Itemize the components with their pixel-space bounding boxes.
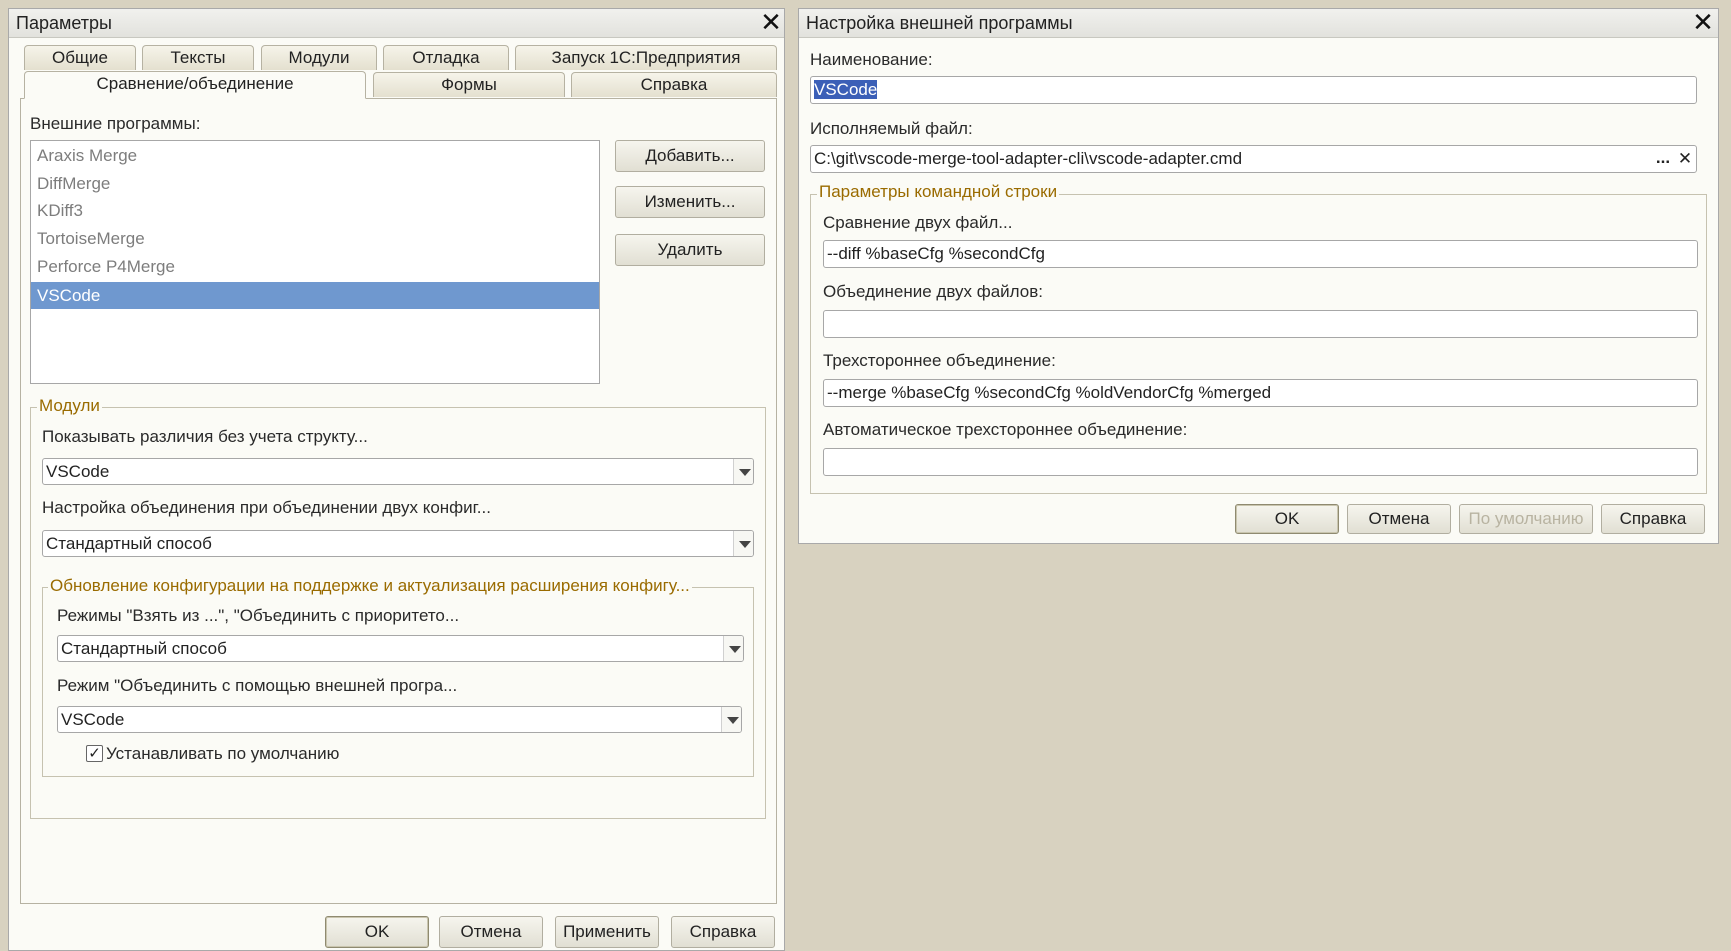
tab-modules[interactable]: Модули: [261, 45, 377, 70]
tab-label: Сравнение/объединение: [96, 74, 294, 93]
list-item[interactable]: Perforce P4Merge: [31, 254, 599, 279]
chevron-down-icon[interactable]: [721, 707, 741, 732]
browse-button[interactable]: ...: [1652, 147, 1674, 171]
apply-button[interactable]: Применить: [555, 916, 659, 948]
tab-label: Формы: [441, 75, 497, 94]
tab-label: Запуск 1С:Предприятия: [551, 48, 741, 67]
three-way-value: --merge %baseCfg %secondCfg %oldVendorCf…: [827, 383, 1272, 402]
tab-help[interactable]: Справка: [571, 72, 777, 97]
cmd-params-group-title: Параметры командной строки: [817, 182, 1060, 202]
merge-setting-value: Стандартный способ: [46, 534, 212, 553]
external-mode-label: Режим "Объединить с помощью внешней прог…: [57, 676, 458, 695]
tab-label: Общие: [52, 48, 108, 67]
modes-combo[interactable]: Стандартный способ: [57, 635, 744, 662]
tab-general[interactable]: Общие: [24, 45, 136, 70]
modules-group-title: Модули: [37, 396, 102, 416]
auto-three-way-input[interactable]: [823, 448, 1698, 476]
list-item[interactable]: DiffMerge: [31, 171, 599, 196]
close-icon[interactable]: ✕: [1690, 10, 1716, 36]
add-button[interactable]: Добавить...: [615, 140, 765, 172]
exe-label: Исполняемый файл:: [810, 119, 973, 138]
auto-three-way-label: Автоматическое трехстороннее объединение…: [823, 420, 1188, 439]
chevron-down-icon[interactable]: [733, 459, 753, 484]
external-program-dialog: Настройка внешней программы ✕ Наименован…: [798, 8, 1719, 544]
compare-two-value: --diff %baseCfg %secondCfg: [827, 244, 1045, 263]
default-button[interactable]: По умолчанию: [1459, 504, 1593, 534]
parameters-dialog: Параметры ✕ Общие Тексты Модули Отладка …: [8, 8, 785, 951]
close-icon[interactable]: ✕: [758, 10, 784, 36]
tab-texts[interactable]: Тексты: [142, 45, 254, 70]
chevron-down-icon[interactable]: [733, 531, 753, 556]
name-label: Наименование:: [810, 50, 933, 69]
external-program-title-bar: Настройка внешней программы: [799, 9, 1718, 38]
help-button[interactable]: Справка: [1601, 504, 1705, 534]
merge-setting-combo[interactable]: Стандартный способ: [42, 530, 754, 557]
tab-compare-merge[interactable]: Сравнение/объединение: [24, 71, 366, 99]
three-way-input[interactable]: --merge %baseCfg %secondCfg %oldVendorCf…: [823, 379, 1698, 407]
chevron-down-icon[interactable]: [723, 636, 743, 661]
external-mode-value: VSCode: [61, 710, 125, 729]
tab-debug[interactable]: Отладка: [383, 45, 509, 70]
update-group-title: Обновление конфигурации на поддержке и а…: [48, 576, 692, 596]
tab-label: Модули: [288, 48, 350, 67]
tab-label: Справка: [640, 75, 708, 94]
show-diff-label: Показывать различия без учета структу...: [42, 427, 368, 446]
compare-two-label: Сравнение двух файл...: [823, 213, 1013, 232]
tab-label: Тексты: [170, 48, 226, 67]
tab-launch[interactable]: Запуск 1С:Предприятия: [515, 45, 777, 70]
modes-value: Стандартный способ: [61, 639, 227, 658]
tab-forms[interactable]: Формы: [373, 72, 565, 97]
cancel-button[interactable]: Отмена: [1347, 504, 1451, 534]
modes-label: Режимы "Взять из ...", "Объединить с при…: [57, 606, 460, 625]
list-item-selected[interactable]: VSCode: [31, 282, 599, 309]
default-checkbox[interactable]: ✓: [86, 745, 103, 762]
name-value: VSCode: [814, 80, 878, 99]
merge-two-label: Объединение двух файлов:: [823, 282, 1043, 301]
merge-setting-label: Настройка объединения при объединении дв…: [42, 498, 491, 517]
three-way-label: Трехстороннее объединение:: [823, 351, 1056, 370]
external-programs-list[interactable]: Araxis Merge DiffMerge KDiff3 TortoiseMe…: [30, 140, 600, 384]
delete-button[interactable]: Удалить: [615, 234, 765, 266]
show-diff-combo[interactable]: VSCode: [42, 458, 754, 485]
cancel-button[interactable]: Отмена: [439, 916, 543, 948]
edit-button[interactable]: Изменить...: [615, 186, 765, 218]
merge-two-input[interactable]: [823, 310, 1698, 338]
name-input[interactable]: VSCode: [810, 76, 1697, 104]
list-item[interactable]: KDiff3: [31, 198, 599, 223]
ok-button[interactable]: OK: [1235, 504, 1339, 534]
default-checkbox-label: Устанавливать по умолчанию: [106, 744, 340, 763]
parameters-title-bar: Параметры: [9, 9, 784, 38]
external-program-title: Настройка внешней программы: [806, 13, 1073, 33]
parameters-title: Параметры: [16, 13, 112, 33]
exe-value: C:\git\vscode-merge-tool-adapter-cli\vsc…: [814, 149, 1243, 168]
compare-two-input[interactable]: --diff %baseCfg %secondCfg: [823, 240, 1698, 268]
clear-icon[interactable]: ✕: [1675, 147, 1695, 171]
help-button[interactable]: Справка: [671, 916, 775, 948]
exe-input[interactable]: C:\git\vscode-merge-tool-adapter-cli\vsc…: [810, 145, 1697, 173]
show-diff-value: VSCode: [46, 462, 110, 481]
list-item[interactable]: TortoiseMerge: [31, 226, 599, 251]
external-programs-label: Внешние программы:: [30, 114, 201, 133]
tab-label: Отладка: [412, 48, 480, 67]
external-mode-combo[interactable]: VSCode: [57, 706, 742, 733]
ok-button[interactable]: OK: [325, 916, 429, 948]
list-item[interactable]: Araxis Merge: [31, 143, 599, 168]
